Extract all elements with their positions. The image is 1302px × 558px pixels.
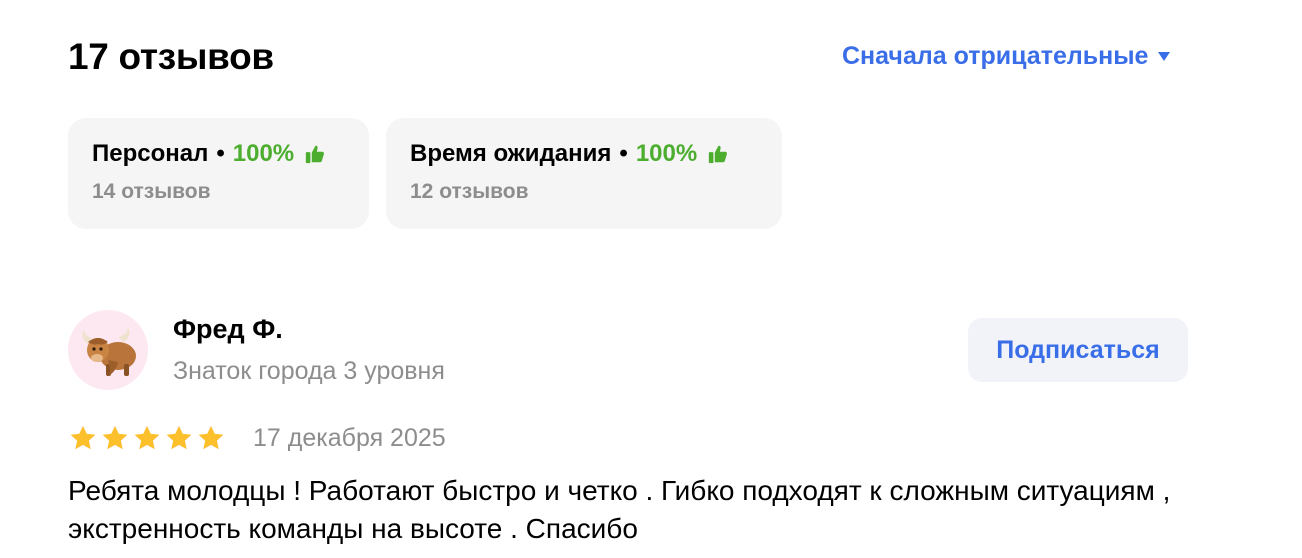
subscribe-button[interactable]: Подписаться xyxy=(968,318,1188,382)
author-avatar[interactable] xyxy=(68,310,148,390)
aspect-name: Время ожидания xyxy=(410,140,612,167)
aspect-card-waiting-time[interactable]: Время ожидания • 100% 12 отзывов xyxy=(386,118,782,229)
review-date: 17 декабря 2025 xyxy=(253,424,446,452)
star-icon xyxy=(134,425,160,450)
reviews-section: 17 отзывов Сначала отрицательные Персона… xyxy=(0,0,1302,558)
aspect-head: Персонал • 100% xyxy=(92,140,345,168)
star-icon xyxy=(70,425,96,450)
aspect-count: 14 отзывов xyxy=(92,180,211,203)
aspect-card-personnel[interactable]: Персонал • 100% 14 отзывов xyxy=(68,118,369,229)
thumbs-up-icon xyxy=(305,145,325,164)
aspect-count: 12 отзывов xyxy=(410,180,529,203)
star-icon xyxy=(102,425,128,450)
rating-stars xyxy=(68,424,226,453)
caret-down-icon xyxy=(1158,52,1171,61)
star-icon xyxy=(166,425,192,450)
separator-dot: • xyxy=(216,140,225,167)
aspect-percent: 100% xyxy=(232,140,295,167)
author-name[interactable]: Фред Ф. xyxy=(173,314,283,345)
review-text: Ребята молодцы ! Работают быстро и четко… xyxy=(68,475,1171,544)
yak-avatar-icon xyxy=(82,328,136,376)
aspect-percent: 100% xyxy=(635,140,698,167)
star-icon xyxy=(198,425,224,450)
author-level: Знаток города 3 уровня xyxy=(173,357,445,385)
aspect-head: Время ожидания • 100% xyxy=(410,140,758,168)
sort-label: Сначала отрицательные xyxy=(842,42,1149,70)
thumbs-up-icon xyxy=(709,145,728,164)
sort-dropdown[interactable]: Сначала отрицательные xyxy=(842,42,1171,71)
reviews-count-title: 17 отзывов xyxy=(68,36,274,77)
aspect-name: Персонал xyxy=(92,140,209,167)
separator-dot: • xyxy=(619,140,628,167)
